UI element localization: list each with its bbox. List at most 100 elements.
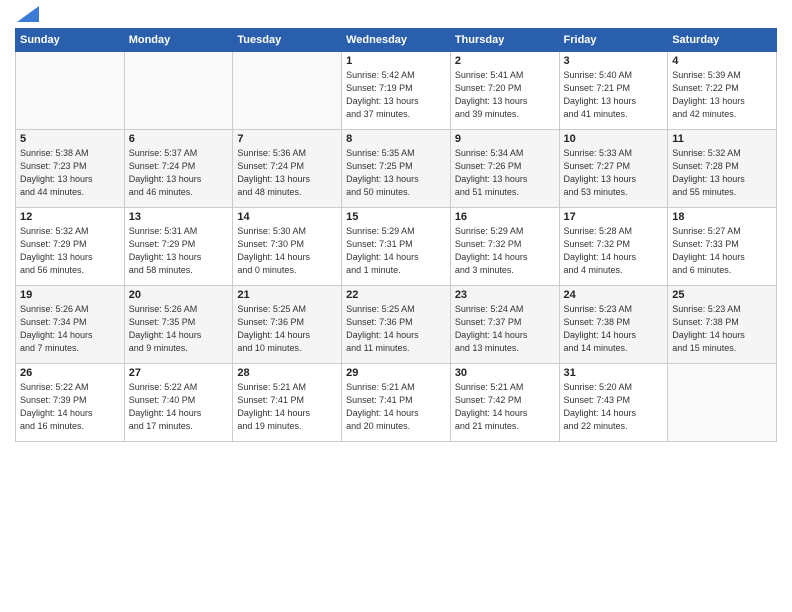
calendar-cell	[233, 52, 342, 130]
day-number: 1	[346, 55, 446, 67]
day-info: Sunrise: 5:22 AM Sunset: 7:39 PM Dayligh…	[20, 381, 120, 433]
calendar-cell: 21 Sunrise: 5:25 AM Sunset: 7:36 PM Dayli…	[233, 286, 342, 364]
calendar-cell: 28 Sunrise: 5:21 AM Sunset: 7:41 PM Dayli…	[233, 364, 342, 442]
calendar-cell: 20 Sunrise: 5:26 AM Sunset: 7:35 PM Dayli…	[124, 286, 233, 364]
calendar-week-row: 5Sunrise: 5:38 AM Sunset: 7:23 PM Daylig…	[16, 130, 777, 208]
day-number: 28	[237, 367, 337, 379]
day-number: 9	[455, 133, 555, 145]
calendar-week-row: 26 Sunrise: 5:22 AM Sunset: 7:39 PM Dayli…	[16, 364, 777, 442]
day-info: Sunrise: 5:30 AM Sunset: 7:30 PM Dayligh…	[237, 225, 337, 277]
day-number: 11	[672, 133, 772, 145]
day-info: Sunrise: 5:21 AM Sunset: 7:42 PM Dayligh…	[455, 381, 555, 433]
day-info: Sunrise: 5:25 AM Sunset: 7:36 PM Dayligh…	[346, 303, 446, 355]
calendar-week-row: 19 Sunrise: 5:26 AM Sunset: 7:34 PM Dayli…	[16, 286, 777, 364]
day-info: Sunrise: 5:32 AM Sunset: 7:28 PM Dayligh…	[672, 147, 772, 199]
day-info: Sunrise: 5:22 AM Sunset: 7:40 PM Dayligh…	[129, 381, 229, 433]
day-of-week-header: Sunday	[16, 29, 125, 52]
calendar-cell: 3 Sunrise: 5:40 AM Sunset: 7:21 PM Daylig…	[559, 52, 668, 130]
calendar-week-row: 1 Sunrise: 5:42 AM Sunset: 7:19 PM Daylig…	[16, 52, 777, 130]
day-info: Sunrise: 5:24 AM Sunset: 7:37 PM Dayligh…	[455, 303, 555, 355]
calendar-header-row: SundayMondayTuesdayWednesdayThursdayFrid…	[16, 29, 777, 52]
calendar-cell: 7 Sunrise: 5:36 AM Sunset: 7:24 PM Daylig…	[233, 130, 342, 208]
calendar-cell: 18 Sunrise: 5:27 AM Sunset: 7:33 PM Dayli…	[668, 208, 777, 286]
day-info: Sunrise: 5:27 AM Sunset: 7:33 PM Dayligh…	[672, 225, 772, 277]
day-number: 18	[672, 211, 772, 223]
day-number: 19	[20, 289, 120, 301]
day-info: Sunrise: 5:21 AM Sunset: 7:41 PM Dayligh…	[237, 381, 337, 433]
calendar-table: SundayMondayTuesdayWednesdayThursdayFrid…	[15, 28, 777, 442]
day-info: Sunrise: 5:21 AM Sunset: 7:41 PM Dayligh…	[346, 381, 446, 433]
calendar-cell: 27Sunrise: 5:22 AM Sunset: 7:40 PM Dayli…	[124, 364, 233, 442]
day-of-week-header: Monday	[124, 29, 233, 52]
day-of-week-header: Saturday	[668, 29, 777, 52]
page-container: SundayMondayTuesdayWednesdayThursdayFrid…	[0, 0, 792, 452]
day-info: Sunrise: 5:20 AM Sunset: 7:43 PM Dayligh…	[564, 381, 664, 433]
day-number: 7	[237, 133, 337, 145]
calendar-cell: 6Sunrise: 5:37 AM Sunset: 7:24 PM Daylig…	[124, 130, 233, 208]
calendar-cell	[124, 52, 233, 130]
calendar-cell: 11 Sunrise: 5:32 AM Sunset: 7:28 PM Dayli…	[668, 130, 777, 208]
calendar-cell: 24Sunrise: 5:23 AM Sunset: 7:38 PM Dayli…	[559, 286, 668, 364]
day-number: 26	[20, 367, 120, 379]
calendar-cell: 10 Sunrise: 5:33 AM Sunset: 7:27 PM Dayli…	[559, 130, 668, 208]
day-info: Sunrise: 5:26 AM Sunset: 7:34 PM Dayligh…	[20, 303, 120, 355]
day-of-week-header: Friday	[559, 29, 668, 52]
day-number: 10	[564, 133, 664, 145]
day-number: 17	[564, 211, 664, 223]
page-header	[15, 10, 777, 22]
day-of-week-header: Thursday	[450, 29, 559, 52]
day-number: 3	[564, 55, 664, 67]
day-info: Sunrise: 5:34 AM Sunset: 7:26 PM Dayligh…	[455, 147, 555, 199]
calendar-cell: 15 Sunrise: 5:29 AM Sunset: 7:31 PM Dayli…	[342, 208, 451, 286]
day-info: Sunrise: 5:29 AM Sunset: 7:32 PM Dayligh…	[455, 225, 555, 277]
day-info: Sunrise: 5:33 AM Sunset: 7:27 PM Dayligh…	[564, 147, 664, 199]
day-number: 22	[346, 289, 446, 301]
day-info: Sunrise: 5:31 AM Sunset: 7:29 PM Dayligh…	[129, 225, 229, 277]
calendar-cell: 16 Sunrise: 5:29 AM Sunset: 7:32 PM Dayli…	[450, 208, 559, 286]
day-number: 23	[455, 289, 555, 301]
day-info: Sunrise: 5:41 AM Sunset: 7:20 PM Dayligh…	[455, 69, 555, 121]
calendar-cell	[668, 364, 777, 442]
day-info: Sunrise: 5:38 AM Sunset: 7:23 PM Dayligh…	[20, 147, 120, 199]
day-info: Sunrise: 5:23 AM Sunset: 7:38 PM Dayligh…	[564, 303, 664, 355]
day-info: Sunrise: 5:36 AM Sunset: 7:24 PM Dayligh…	[237, 147, 337, 199]
calendar-cell: 14 Sunrise: 5:30 AM Sunset: 7:30 PM Dayli…	[233, 208, 342, 286]
calendar-cell: 13 Sunrise: 5:31 AM Sunset: 7:29 PM Dayli…	[124, 208, 233, 286]
day-number: 16	[455, 211, 555, 223]
day-number: 14	[237, 211, 337, 223]
day-info: Sunrise: 5:42 AM Sunset: 7:19 PM Dayligh…	[346, 69, 446, 121]
calendar-cell: 30 Sunrise: 5:21 AM Sunset: 7:42 PM Dayli…	[450, 364, 559, 442]
day-info: Sunrise: 5:25 AM Sunset: 7:36 PM Dayligh…	[237, 303, 337, 355]
day-info: Sunrise: 5:26 AM Sunset: 7:35 PM Dayligh…	[129, 303, 229, 355]
day-info: Sunrise: 5:29 AM Sunset: 7:31 PM Dayligh…	[346, 225, 446, 277]
calendar-cell: 9 Sunrise: 5:34 AM Sunset: 7:26 PM Daylig…	[450, 130, 559, 208]
calendar-cell: 1 Sunrise: 5:42 AM Sunset: 7:19 PM Daylig…	[342, 52, 451, 130]
day-info: Sunrise: 5:40 AM Sunset: 7:21 PM Dayligh…	[564, 69, 664, 121]
day-number: 31	[564, 367, 664, 379]
calendar-cell: 29 Sunrise: 5:21 AM Sunset: 7:41 PM Dayli…	[342, 364, 451, 442]
calendar-week-row: 12Sunrise: 5:32 AM Sunset: 7:29 PM Dayli…	[16, 208, 777, 286]
day-of-week-header: Wednesday	[342, 29, 451, 52]
logo	[15, 10, 39, 22]
calendar-cell: 23 Sunrise: 5:24 AM Sunset: 7:37 PM Dayli…	[450, 286, 559, 364]
day-info: Sunrise: 5:35 AM Sunset: 7:25 PM Dayligh…	[346, 147, 446, 199]
day-of-week-header: Tuesday	[233, 29, 342, 52]
day-number: 13	[129, 211, 229, 223]
day-number: 15	[346, 211, 446, 223]
day-info: Sunrise: 5:37 AM Sunset: 7:24 PM Dayligh…	[129, 147, 229, 199]
day-number: 29	[346, 367, 446, 379]
logo-icon	[17, 6, 39, 22]
day-number: 8	[346, 133, 446, 145]
day-number: 20	[129, 289, 229, 301]
day-number: 30	[455, 367, 555, 379]
day-info: Sunrise: 5:32 AM Sunset: 7:29 PM Dayligh…	[20, 225, 120, 277]
calendar-cell: 17 Sunrise: 5:28 AM Sunset: 7:32 PM Dayli…	[559, 208, 668, 286]
day-info: Sunrise: 5:28 AM Sunset: 7:32 PM Dayligh…	[564, 225, 664, 277]
day-info: Sunrise: 5:39 AM Sunset: 7:22 PM Dayligh…	[672, 69, 772, 121]
calendar-cell: 2 Sunrise: 5:41 AM Sunset: 7:20 PM Daylig…	[450, 52, 559, 130]
calendar-cell: 31 Sunrise: 5:20 AM Sunset: 7:43 PM Dayli…	[559, 364, 668, 442]
day-number: 21	[237, 289, 337, 301]
calendar-cell: 8 Sunrise: 5:35 AM Sunset: 7:25 PM Daylig…	[342, 130, 451, 208]
calendar-cell	[16, 52, 125, 130]
day-number: 2	[455, 55, 555, 67]
